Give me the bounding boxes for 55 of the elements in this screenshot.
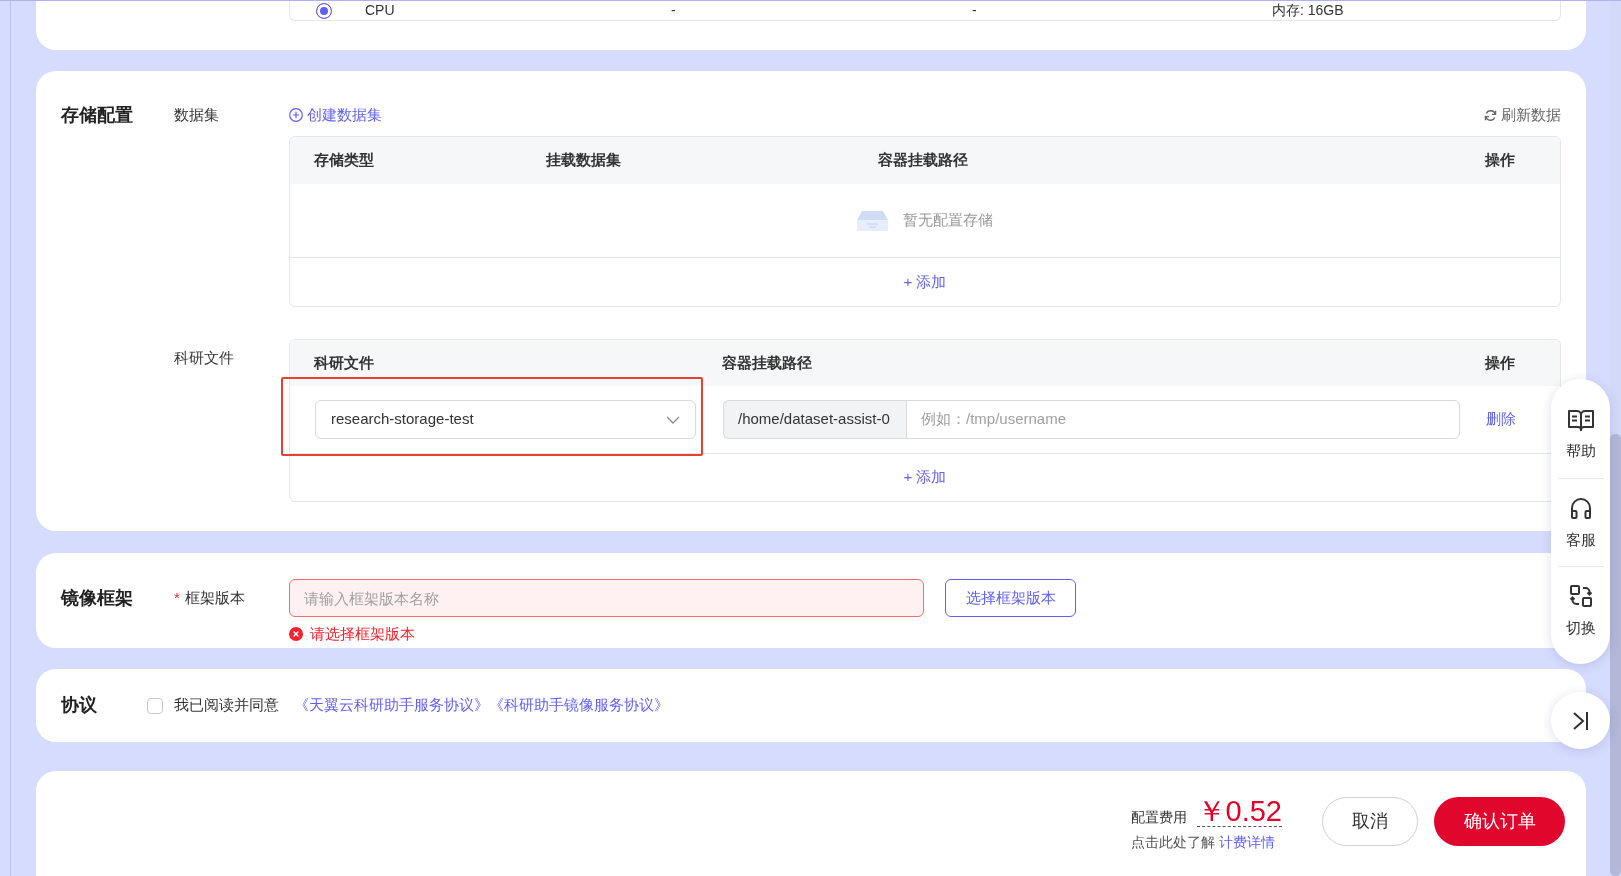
select-version-button[interactable]: 选择框架版本: [945, 579, 1076, 617]
empty-tray-icon: [857, 210, 888, 231]
cancel-button[interactable]: 取消: [1322, 797, 1418, 846]
scrollbar-thumb[interactable]: [1610, 434, 1621, 876]
column-header: 容器挂载路径: [722, 352, 813, 373]
collapse-button[interactable]: [1551, 692, 1610, 749]
table-cell-text: CPU: [365, 2, 396, 19]
table-cell-text: -: [671, 2, 677, 19]
column-header: 操作: [1485, 150, 1516, 171]
customer-service-button[interactable]: 客服: [1551, 479, 1610, 566]
section-title: 协议: [61, 694, 98, 717]
switch-icon: [1568, 584, 1593, 608]
section-title: 存储配置: [61, 104, 134, 127]
agreement-link[interactable]: 《天翼云科研助手服务协议》: [294, 694, 489, 717]
book-icon: [1567, 409, 1594, 431]
column-header: 科研文件: [314, 352, 375, 373]
add-link[interactable]: + 添加: [903, 466, 947, 489]
refresh-link[interactable]: 刷新数据: [1484, 103, 1561, 127]
radio-button[interactable]: [316, 2, 332, 19]
column-header: 操作: [1485, 352, 1516, 373]
required-mark: *: [174, 588, 180, 608]
table-cell-text: -: [972, 2, 978, 19]
path-prefix: /home/dataset-assist-0: [723, 400, 906, 439]
empty-state-text: 暂无配置存储: [903, 210, 993, 231]
confirm-order-button[interactable]: 确认订单: [1434, 797, 1565, 846]
switch-button[interactable]: 切换: [1551, 567, 1610, 654]
error-message: 请选择框架版本: [310, 624, 415, 644]
fee-label: 配置费用: [1130, 808, 1187, 827]
column-header: 存储类型: [314, 150, 375, 171]
framework-version-input[interactable]: 请输入框架版本名称: [289, 579, 924, 617]
headset-icon: [1568, 496, 1593, 520]
chevron-down-icon: [666, 415, 680, 424]
billing-hint: 点击此处了解: [1130, 833, 1215, 852]
agreement-text: 我已阅读并同意: [174, 695, 279, 716]
column-header: 容器挂载路径: [878, 150, 969, 171]
refresh-icon: [1484, 108, 1497, 122]
section-title: 镜像框架: [61, 587, 134, 610]
table-cell: 内存: 16GB: [1272, 2, 1344, 19]
field-label: 科研文件: [174, 348, 235, 368]
path-input[interactable]: 例如：/tmp/username: [906, 400, 1460, 439]
help-button[interactable]: 帮助: [1551, 391, 1610, 478]
error-icon: [289, 627, 303, 641]
delete-link[interactable]: 删除: [1486, 410, 1516, 428]
add-link[interactable]: + 添加: [903, 270, 947, 294]
column-header: 挂载数据集: [546, 150, 622, 171]
field-label: 框架版本: [184, 588, 245, 608]
arrow-to-bar-icon: [1571, 710, 1590, 731]
agree-checkbox[interactable]: [147, 697, 163, 714]
price-text: ￥0.52: [1196, 797, 1282, 827]
field-label: 数据集: [174, 105, 220, 125]
agreement-link[interactable]: 《科研助手镜像服务协议》: [489, 694, 669, 717]
create-dataset-link[interactable]: 创建数据集: [289, 103, 382, 127]
plus-circle-icon: [289, 108, 303, 122]
file-select[interactable]: research-storage-test: [315, 400, 696, 439]
billing-details-link[interactable]: 计费详情: [1218, 832, 1275, 852]
